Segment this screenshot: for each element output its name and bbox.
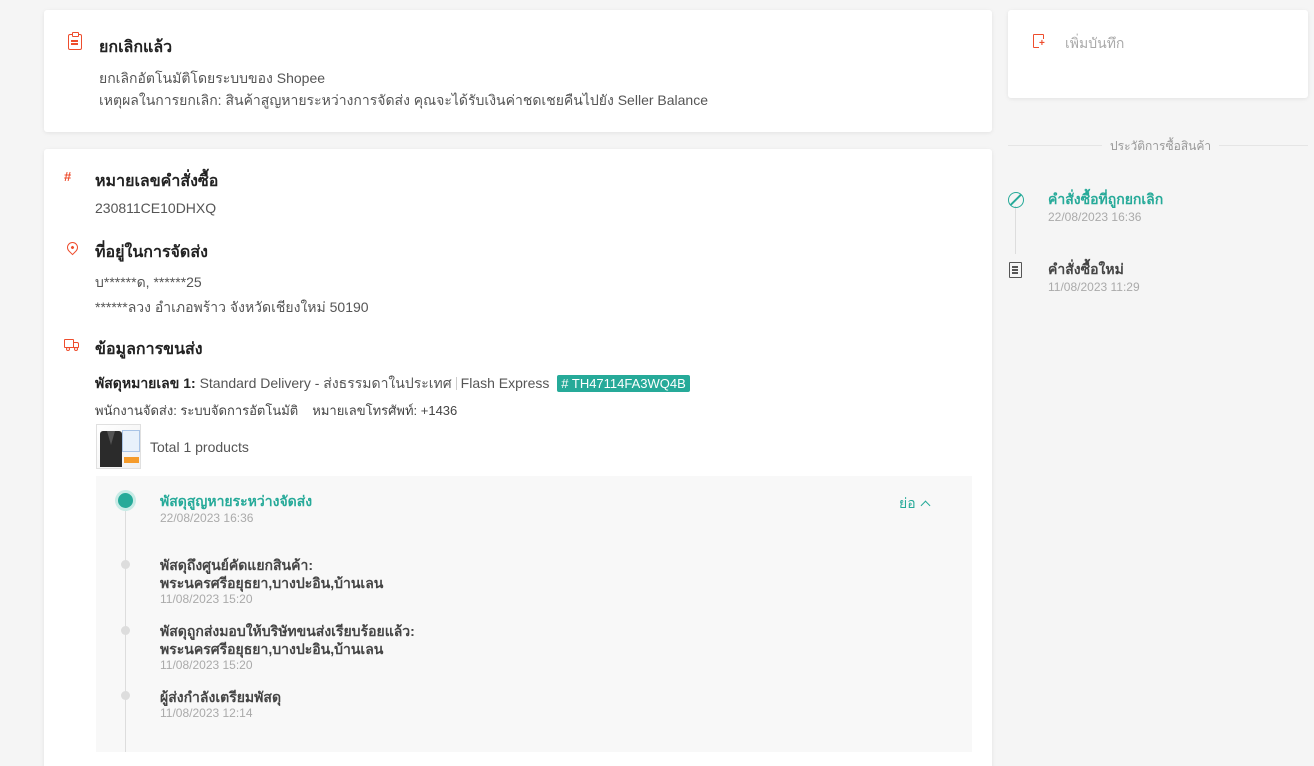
history-item-title: คำสั่งซื้อที่ถูกยกเลิก xyxy=(1048,191,1164,207)
history-item-title: คำสั่งซื้อใหม่ xyxy=(1048,261,1124,277)
history-item-time: 22/08/2023 16:36 xyxy=(1048,210,1142,224)
location-pin-icon xyxy=(64,239,81,256)
event-time: 11/08/2023 15:20 xyxy=(160,658,253,672)
event-title: พัสดุถึงศูนย์คัดแยกสินค้า: xyxy=(160,557,314,573)
total-products-text: Total 1 products xyxy=(150,439,249,455)
add-note-icon xyxy=(1033,34,1045,49)
address-line-1: บ******ด, ******25 xyxy=(95,274,202,290)
add-note-card[interactable]: เพิ่มบันทึก xyxy=(1008,10,1308,98)
cancel-by-system-text: ยกเลิกอัตโนมัติโดยระบบของ Shopee xyxy=(99,70,326,86)
cancellation-status-card: ยกเลิกแล้ว ยกเลิกอัตโนมัติโดยระบบของ Sho… xyxy=(44,10,992,132)
history-timeline-line xyxy=(1015,206,1016,254)
address-title: ที่อยู่ในการจัดส่ง xyxy=(95,244,208,261)
order-details-card: # หมายเลขคำสั่งซื้อ 230811CE10DHXQ ที่อย… xyxy=(44,149,992,766)
tracking-number-badge[interactable]: # TH47114FA3WQ4B xyxy=(557,375,690,392)
parcel-label: พัสดุหมายเลข 1: xyxy=(95,375,196,391)
parcel-courier: Flash Express xyxy=(460,375,550,391)
collapse-label: ย่อ xyxy=(899,495,916,511)
event-location: พระนครศรีอยุธยา,บางปะอิน,บ้านเลน xyxy=(160,641,384,657)
event-title: ผู้ส่งกำลังเตรียมพัสดุ xyxy=(160,689,282,705)
courier-phone: หมายเลขโทรศัพท์: +1436 xyxy=(312,403,458,418)
clipboard-icon xyxy=(68,32,82,50)
timeline-dot xyxy=(121,560,130,569)
timeline-dot xyxy=(121,626,130,635)
event-time: 11/08/2023 15:20 xyxy=(160,592,253,606)
event-time: 22/08/2023 16:36 xyxy=(160,511,254,525)
history-item-time: 11/08/2023 11:29 xyxy=(1048,280,1140,294)
cancel-reason-text: เหตุผลในการยกเลิก: สินค้าสูญหายระหว่างกา… xyxy=(99,92,708,108)
cancelled-icon xyxy=(1008,192,1024,208)
hashtag-icon: # xyxy=(64,169,72,184)
event-title: พัสดุถูกส่งมอบให้บริษัทขนส่งเรียบร้อยแล้… xyxy=(160,623,415,639)
courier-info: พนักงานจัดส่ง: ระบบจัดการอัตโนมัติ หมายเล… xyxy=(95,400,457,421)
shipping-info-title: ข้อมูลการขนส่ง xyxy=(95,341,203,358)
divider xyxy=(455,377,457,390)
event-location: พระนครศรีอยุธยา,บางปะอิน,บ้านเลน xyxy=(160,575,384,591)
address-line-2: ******ลวง อำเภอพร้าว จังหวัดเชียงใหม่ 50… xyxy=(95,299,369,315)
timeline-dot-active xyxy=(118,493,133,508)
parcel-info: พัสดุหมายเลข 1: Standard Delivery - ส่งธ… xyxy=(95,373,690,395)
order-number-title: หมายเลขคำสั่งซื้อ xyxy=(95,173,219,190)
truck-icon xyxy=(64,339,80,351)
timeline-dot xyxy=(121,691,130,700)
event-title: พัสดุสูญหายระหว่างจัดส่ง xyxy=(160,493,313,509)
add-note-label[interactable]: เพิ่มบันทึก xyxy=(1065,33,1124,55)
courier-staff: พนักงานจัดส่ง: ระบบจัดการอัตโนมัติ xyxy=(95,403,299,418)
product-thumbnail[interactable] xyxy=(96,424,141,469)
parcel-service: Standard Delivery - ส่งธรรมดาในประเทศ xyxy=(199,375,452,391)
collapse-button[interactable]: ย่อ xyxy=(899,493,931,515)
chevron-up-icon xyxy=(920,500,931,511)
purchase-history-label: ประวัติการซื้อสินค้า xyxy=(1102,135,1220,158)
tracking-timeline: พัสดุสูญหายระหว่างจัดส่ง 22/08/2023 16:3… xyxy=(96,476,972,752)
order-number: 230811CE10DHXQ xyxy=(95,200,217,216)
document-icon xyxy=(1009,262,1022,278)
status-title: ยกเลิกแล้ว xyxy=(99,39,173,56)
event-time: 11/08/2023 12:14 xyxy=(160,706,253,720)
